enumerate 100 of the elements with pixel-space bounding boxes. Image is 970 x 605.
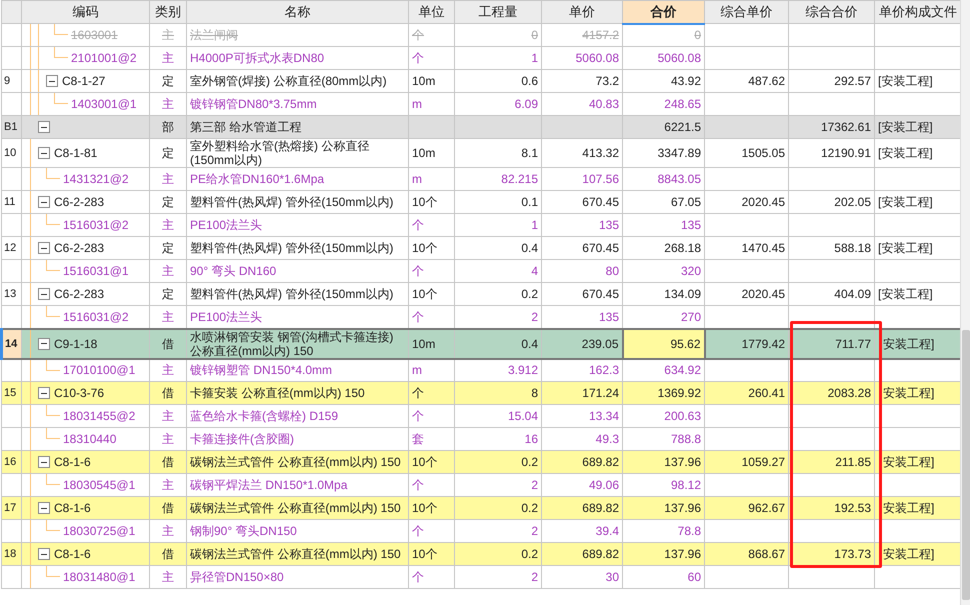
table-cell: 962.67 <box>748 501 785 515</box>
table-cell: 4 <box>531 264 538 278</box>
table-cell: 404.09 <box>834 287 871 301</box>
table-cell: 碳钢法兰式管件 公称直径(mm以内) 150 <box>190 547 401 561</box>
table-cell: 73.2 <box>596 74 619 88</box>
collapse-icon[interactable] <box>38 502 50 514</box>
table-cell: 塑料管件(热风焊) 管外径(150mm以内) <box>190 195 394 209</box>
table-cell: 碳钢法兰式管件 公称直径(mm以内) 150 <box>190 455 401 469</box>
table-cell: 135 <box>598 218 619 232</box>
table-cell: 0.1 <box>521 195 538 209</box>
table-cell: 主 <box>162 409 174 423</box>
table-cell: 安装工程] <box>883 547 934 561</box>
collapse-icon[interactable] <box>38 456 50 468</box>
table-cell: 3347.89 <box>658 146 701 160</box>
table-cell: 2 <box>531 570 538 584</box>
collapse-icon[interactable] <box>38 242 50 254</box>
table-cell: 82.215 <box>501 172 538 186</box>
scrollbar-thumb[interactable] <box>962 330 970 600</box>
column-header[interactable]: 合价 <box>622 0 704 24</box>
tree-node-code[interactable]: C8-1-6 <box>54 547 91 561</box>
column-header[interactable]: 名称 <box>186 0 408 24</box>
table-cell: 个 <box>412 218 424 232</box>
column-header[interactable]: 单价 <box>542 0 622 24</box>
table-cell: [安装工程] <box>878 74 933 88</box>
table-cell: 711.77 <box>835 336 871 350</box>
column-header[interactable]: 编码 <box>22 0 150 24</box>
table-cell: 蓝色给水卡箍(含螺栓) D159 <box>190 409 338 423</box>
table-cell: 3.912 <box>508 363 538 378</box>
table-cell: 法兰闸阀 <box>190 28 238 42</box>
table-cell: 主 <box>162 524 174 538</box>
table-cell: 碳钢法兰式管件 公称直径(mm以内) 150 <box>190 501 401 515</box>
table-cell: 2 <box>531 478 538 492</box>
table-cell: 0 <box>531 28 538 42</box>
collapse-icon[interactable] <box>38 288 50 300</box>
column-header[interactable]: 综合单价 <box>704 0 788 24</box>
table-cell: 塑料管件(热风焊) 管外径(150mm以内) <box>190 241 394 255</box>
collapse-icon[interactable] <box>46 75 58 87</box>
table-cell: 借 <box>162 336 174 350</box>
collapse-icon[interactable] <box>38 548 50 560</box>
table-cell: PE给水管DN160*1.6Mpa <box>190 172 324 186</box>
column-header[interactable]: 单位 <box>408 0 454 24</box>
table-cell: 镀锌钢管DN80*3.75mm <box>190 97 317 111</box>
table-cell: 钢制90° 弯头DN150 <box>190 524 297 538</box>
tree-node-code[interactable]: C8-1-81 <box>54 146 98 160</box>
table-cell: 260.41 <box>748 386 785 400</box>
table-cell: 270 <box>680 310 701 324</box>
table-cell: 689.82 <box>582 455 619 469</box>
table-cell: [安装工程] <box>878 241 933 255</box>
collapse-icon[interactable] <box>38 196 50 208</box>
table-cell: 268.18 <box>664 241 701 255</box>
collapse-icon[interactable] <box>38 147 50 159</box>
collapse-icon[interactable] <box>38 121 50 133</box>
column-header[interactable]: 工程量 <box>454 0 542 24</box>
table-cell: 40.83 <box>588 97 619 111</box>
table-cell: 487.62 <box>748 74 785 88</box>
table-cell: 个 <box>412 524 424 538</box>
tree-node-code[interactable]: C8-1-6 <box>54 501 91 515</box>
table-cell: 670.45 <box>582 241 619 255</box>
column-header[interactable]: 单价构成文件 <box>874 0 962 24</box>
column-header[interactable]: 综合合价 <box>788 0 874 24</box>
table-cell: 主 <box>162 218 174 232</box>
table-cell: 个 <box>412 28 424 42</box>
table-cell: 定 <box>162 146 174 160</box>
tree-node-code[interactable]: C9-1-18 <box>54 336 98 350</box>
column-header[interactable]: 类别 <box>150 0 186 24</box>
table-cell: 借 <box>162 501 174 515</box>
row-number[interactable]: 9 <box>4 75 10 87</box>
table-cell: 1505.05 <box>742 146 785 160</box>
table-cell: 173.73 <box>834 547 871 561</box>
table-cell: 2020.45 <box>742 287 785 301</box>
table-cell: 4157.2 <box>582 28 619 42</box>
collapse-icon[interactable] <box>38 387 50 399</box>
table-cell: 137.96 <box>664 547 701 561</box>
table-cell: 第三部 给水管道工程 <box>190 120 302 134</box>
table-cell: 主 <box>162 172 174 186</box>
table-cell: 634.92 <box>664 363 701 378</box>
table-cell: 2020.45 <box>742 195 785 209</box>
collapse-icon[interactable] <box>38 338 50 350</box>
table-cell: 10个 <box>412 287 438 301</box>
table-cell: 588.18 <box>834 241 871 255</box>
vertical-scrollbar[interactable] <box>960 0 970 605</box>
table-cell: 80 <box>606 264 619 278</box>
table-cell: 0.2 <box>521 501 538 515</box>
table-cell: 49.3 <box>596 432 619 446</box>
table-cell: 个 <box>412 570 424 584</box>
tree-node-code[interactable]: C8-1-6 <box>54 455 91 469</box>
table-cell: 202.05 <box>834 195 871 209</box>
table-cell: 413.32 <box>582 146 619 160</box>
table-cell: 8 <box>531 386 538 400</box>
table-cell: 320 <box>680 264 701 278</box>
table-cell: 主 <box>162 264 174 278</box>
table-cell: 60 <box>688 570 701 584</box>
table-cell: 0 <box>694 28 701 42</box>
table-cell: 卡箍安装 公称直径(mm以内) 150 <box>190 386 365 400</box>
table-cell: 670.45 <box>582 287 619 301</box>
table-cell: 10个 <box>412 547 438 561</box>
table-cell: 部 <box>162 120 174 134</box>
table-cell: 个 <box>412 51 424 65</box>
table-cell: 0.6 <box>521 74 538 88</box>
table-cell: PE100法兰头 <box>190 310 262 324</box>
